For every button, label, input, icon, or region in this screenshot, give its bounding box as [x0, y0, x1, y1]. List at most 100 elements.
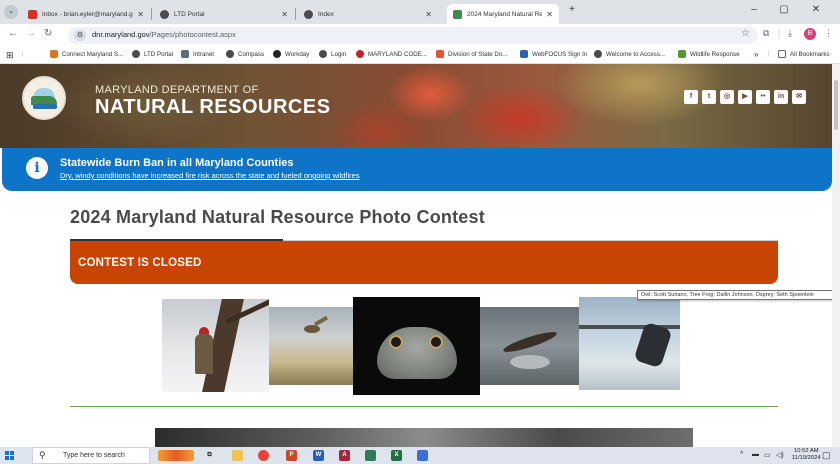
- new-tab-button[interactable]: +: [562, 4, 582, 15]
- tab-title: 2024 Maryland Natural Resourc: [467, 10, 543, 18]
- photo-osprey-bird: [501, 328, 559, 356]
- bookmark-welcome-access[interactable]: Welcome to Access...: [594, 50, 665, 58]
- windows-start-icon[interactable]: [5, 451, 14, 460]
- photo-tree-frog[interactable]: [353, 297, 480, 395]
- maximize-button[interactable]: ▢: [774, 4, 794, 15]
- app-icon[interactable]: [365, 450, 376, 461]
- powerpoint-icon[interactable]: P: [286, 450, 297, 461]
- taskbar-clock[interactable]: 10:52 AM 11/19/2024: [792, 448, 821, 462]
- menu-kebab-icon[interactable]: ⋮: [824, 28, 833, 39]
- tab-inbox[interactable]: Inbox - brian.eyler@maryland.g ✕: [22, 4, 150, 24]
- access-icon[interactable]: A: [339, 450, 350, 461]
- bookmark-label: Connect Maryland S...: [62, 50, 124, 58]
- bookmark-label: Login: [331, 50, 347, 58]
- flickr-icon[interactable]: ••: [756, 90, 770, 104]
- alert-title: Statewide Burn Ban in all Maryland Count…: [60, 157, 294, 169]
- alert-link[interactable]: Dry, windy conditions have increased fir…: [60, 171, 360, 180]
- photo-photographer-ice[interactable]: [579, 297, 680, 390]
- dnr-logo[interactable]: [22, 76, 66, 120]
- download-icon[interactable]: ⤓: [788, 28, 792, 39]
- tab-index[interactable]: Index ✕: [298, 4, 438, 24]
- site-info-icon[interactable]: ⚙: [74, 30, 86, 41]
- battery-icon[interactable]: ▭: [764, 451, 771, 459]
- photo-person-tree-snow[interactable]: [162, 299, 269, 392]
- instagram-icon[interactable]: ◎: [720, 90, 734, 104]
- site-icon: [160, 9, 169, 19]
- bookmark-maryland-code[interactable]: MARYLAND CODE...: [356, 50, 427, 58]
- dept-name-line2[interactable]: NATURAL RESOURCES: [95, 96, 331, 119]
- social-links: f t ◎ ▶ •• in ✉: [684, 90, 806, 104]
- dept-name-line1[interactable]: MARYLAND DEPARTMENT OF: [95, 84, 258, 96]
- bookmark-star-icon[interactable]: ☆: [741, 28, 750, 39]
- tab-photo-contest[interactable]: 2024 Maryland Natural Resourc ✕: [447, 4, 559, 24]
- word-icon[interactable]: W: [313, 450, 324, 461]
- reload-icon[interactable]: ↻: [44, 28, 52, 39]
- contest-closed-text: CONTEST IS CLOSED: [78, 257, 202, 269]
- notification-icon[interactable]: ▢: [822, 450, 831, 461]
- photo-owl-in-flight[interactable]: [269, 307, 353, 385]
- bookmark-webfocus[interactable]: WebFOCUS Sign In: [520, 50, 587, 58]
- bookmark-favicon-icon: [319, 50, 327, 58]
- bookmark-wildlife-response[interactable]: Wildlife Response: [678, 50, 740, 58]
- bookmark-connect-maryland[interactable]: Connect Maryland S...: [50, 50, 123, 58]
- twitter-icon[interactable]: t: [702, 90, 716, 104]
- logo-water: [33, 104, 57, 109]
- gmail-icon: [28, 9, 37, 19]
- url-host: dnr.maryland.gov: [92, 30, 150, 39]
- tray-chevron-icon[interactable]: ^: [740, 451, 743, 458]
- bookmark-compass[interactable]: Compass: [226, 50, 264, 58]
- youtube-icon[interactable]: ▶: [738, 90, 752, 104]
- close-tab-icon[interactable]: ✕: [546, 10, 553, 19]
- apps-grid-icon[interactable]: ⊞: [6, 50, 14, 61]
- linkedin-icon[interactable]: in: [774, 90, 788, 104]
- back-arrow-icon[interactable]: ←: [8, 28, 18, 39]
- photo-frog-body: [377, 327, 457, 379]
- taskbar-search-input[interactable]: ⚲ Type here to search: [32, 447, 150, 464]
- bookmark-label: Intranet: [193, 50, 214, 58]
- tab-search-icon[interactable]: ⌄: [4, 5, 18, 19]
- scrollbar-thumb[interactable]: [834, 80, 838, 130]
- close-tab-icon[interactable]: ✕: [281, 10, 288, 19]
- close-tab-icon[interactable]: ✕: [137, 10, 144, 19]
- bookmark-favicon-icon: [678, 50, 686, 58]
- bookmark-favicon-icon: [436, 50, 444, 58]
- forward-arrow-icon[interactable]: →: [26, 28, 36, 39]
- bookmark-workday[interactable]: Workday: [273, 50, 309, 58]
- address-bar[interactable]: ⚙ dnr.maryland.gov/Pages/photocontest.as…: [68, 27, 758, 44]
- hero-banner: MARYLAND DEPARTMENT OF NATURAL RESOURCES…: [0, 64, 832, 148]
- bookmark-ltd-portal[interactable]: LTD Portal: [132, 50, 173, 58]
- close-tab-icon[interactable]: ✕: [425, 10, 432, 19]
- file-explorer-icon[interactable]: [232, 450, 243, 461]
- excel-icon[interactable]: X: [391, 450, 402, 461]
- bookmark-division-state-docs[interactable]: Division of State Do...: [436, 50, 508, 58]
- photo-osprey[interactable]: [480, 307, 579, 385]
- volume-icon[interactable]: ◁): [776, 451, 784, 459]
- bookmark-favicon-icon: [181, 50, 189, 58]
- url-text: dnr.maryland.gov/Pages/photocontest.aspx: [92, 30, 236, 39]
- photo-owl: [304, 325, 320, 333]
- tab-ltd-portal[interactable]: LTD Portal ✕: [154, 4, 294, 24]
- weather-widget-icon[interactable]: [158, 450, 194, 461]
- extensions-icon[interactable]: ⧉: [763, 28, 769, 39]
- calculator-icon[interactable]: [417, 450, 428, 461]
- all-bookmarks-button[interactable]: All Bookmarks: [778, 50, 830, 58]
- all-bookmarks-label: All Bookmarks: [790, 50, 830, 58]
- folder-icon: [778, 50, 786, 58]
- network-icon[interactable]: ▬: [752, 451, 759, 458]
- email-icon[interactable]: ✉: [792, 90, 806, 104]
- task-view-icon[interactable]: ⧉: [204, 450, 215, 461]
- close-window-button[interactable]: ✕: [806, 4, 826, 15]
- minimize-button[interactable]: –: [744, 4, 764, 15]
- facebook-icon[interactable]: f: [684, 90, 698, 104]
- bookmark-label: MARYLAND CODE...: [368, 50, 428, 58]
- chrome-icon[interactable]: [258, 450, 269, 461]
- bookmark-intranet[interactable]: Intranet: [181, 50, 214, 58]
- profile-avatar[interactable]: B: [804, 28, 816, 40]
- photo-water-spray: [510, 355, 550, 369]
- bookmark-favicon-icon: [594, 50, 602, 58]
- bookmarks-overflow-button[interactable]: »: [754, 50, 758, 59]
- next-photo-partial[interactable]: [155, 428, 693, 447]
- bookmark-login[interactable]: Login: [319, 50, 346, 58]
- browser-toolbar: ← → ↻ ⚙ dnr.maryland.gov/Pages/photocont…: [0, 24, 840, 46]
- bookmark-favicon-icon: [273, 50, 281, 58]
